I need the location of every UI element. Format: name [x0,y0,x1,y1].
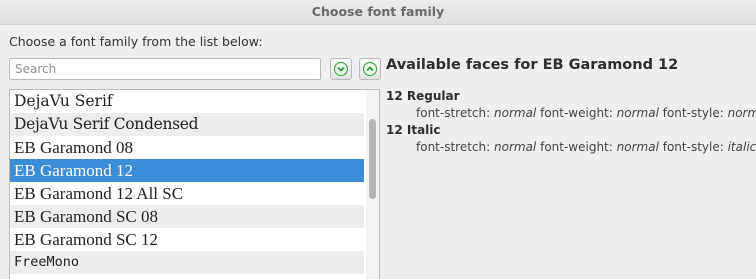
stretch-value: normal [494,106,537,120]
font-list-item-selected[interactable]: EB Garamond 12 [10,159,364,182]
weight-label: font-weight: [540,106,613,120]
stretch-label: font-stretch: [416,140,491,154]
faces-heading: Available faces for EB Garamond 12 [386,57,679,73]
font-list-item[interactable]: EB Garamond SC 08 [10,205,364,228]
font-list-item[interactable]: EB Garamond SC 12 [10,228,364,251]
font-list-item[interactable]: DejaVu Serif Condensed [10,113,364,136]
stretch-label: font-stretch: [416,106,491,120]
face-properties: font-stretch: normal font-weight: normal… [416,140,756,154]
chevron-down-icon [334,62,348,76]
instruction-label: Choose a font family from the list below… [9,34,263,49]
face-properties: font-stretch: normal font-weight: normal… [416,106,756,120]
weight-label: font-weight: [540,140,613,154]
title-bar[interactable]: Choose font family [0,0,756,25]
scrollbar-thumb[interactable] [369,119,376,199]
weight-value: normal [616,106,659,120]
font-list-item[interactable]: EB Garamond 12 All SC [10,182,364,205]
previous-match-button[interactable] [359,58,381,80]
weight-value: normal [616,140,659,154]
face-name: 12 Italic [386,123,441,137]
search-input[interactable] [9,58,321,80]
face-name: 12 Regular [386,89,460,103]
font-family-list[interactable]: DejaVu Serif DejaVu Serif Condensed EB G… [9,89,380,279]
style-label: font-style: [662,140,724,154]
font-list-item[interactable]: EB Garamond 08 [10,136,364,159]
chevron-up-icon [363,62,377,76]
font-list-item[interactable]: FreeMono [10,251,364,274]
font-list-item[interactable]: DejaVu Serif [10,90,364,113]
window-title: Choose font family [311,4,445,19]
stretch-value: normal [494,140,537,154]
next-match-button[interactable] [330,58,352,80]
style-value: italic [727,140,756,154]
style-value: normal [727,106,756,120]
list-scrollbar[interactable] [366,90,379,279]
style-label: font-style: [662,106,724,120]
